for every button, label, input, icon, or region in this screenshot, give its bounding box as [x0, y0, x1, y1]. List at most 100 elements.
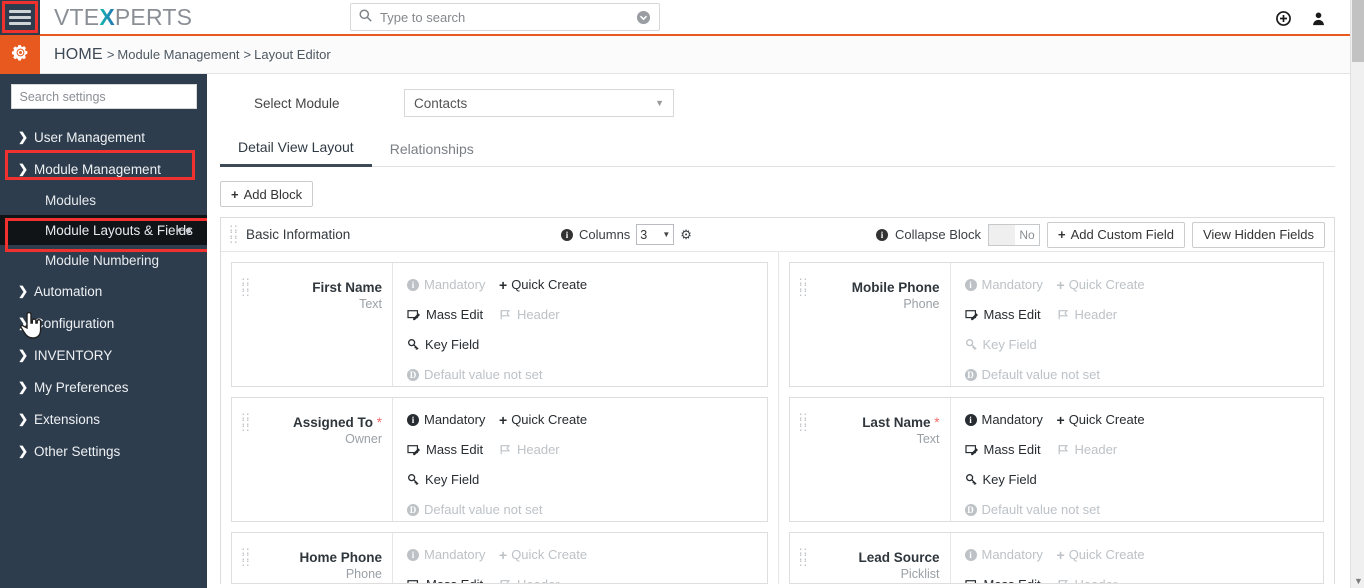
breadcrumb-item-layout-editor[interactable]: Layout Editor: [254, 47, 331, 62]
global-search[interactable]: [350, 3, 660, 31]
drag-handle-icon[interactable]: ∷ ∷ ∷: [242, 547, 250, 583]
module-select[interactable]: Contacts ▼: [404, 89, 674, 117]
field-option-mass-edit[interactable]: Mass Edit: [964, 577, 1057, 583]
sidebar-item-module-management[interactable]: ❯ Module Management: [0, 153, 207, 185]
field-option-key-field[interactable]: Key Field: [407, 337, 499, 352]
field-option-row: i Mandatory + Quick Create: [407, 412, 767, 427]
field-option-quick-create[interactable]: + Quick Create: [499, 412, 587, 427]
block-settings-gear-icon[interactable]: ⚙: [680, 227, 692, 243]
drag-handle-icon[interactable]: ∷ ∷ ∷: [800, 277, 808, 386]
field-card[interactable]: ∷ ∷ ∷ Last Name * Text i Mandatory + Quick C…: [788, 397, 1324, 522]
hamburger-icon[interactable]: [9, 7, 31, 28]
sidebar-item-configuration[interactable]: ❯ Configuration: [0, 307, 207, 339]
field-option-header[interactable]: Header: [1057, 442, 1149, 457]
field-option-key-field[interactable]: Key Field: [965, 337, 1057, 352]
field-option-key-field[interactable]: Key Field: [965, 472, 1057, 487]
field-option-mandatory[interactable]: i Mandatory: [964, 412, 1057, 427]
sidebar-item-inventory[interactable]: ❯ INVENTORY: [0, 339, 207, 371]
field-card-left: ∷ ∷ ∷ Assigned To * Owner: [232, 398, 392, 521]
add-custom-field-button[interactable]: + Add Custom Field: [1047, 221, 1185, 248]
info-icon[interactable]: i: [561, 228, 573, 241]
page-scrollbar[interactable]: ▼: [1350, 0, 1364, 588]
sidebar-item-my-preferences[interactable]: ❯ My Preferences: [0, 371, 207, 403]
field-card[interactable]: ∷ ∷ ∷ Lead Source Picklist i Mandatory + Qui…: [788, 532, 1324, 584]
field-option-header[interactable]: Header: [1057, 577, 1149, 583]
search-input[interactable]: [378, 8, 636, 26]
drag-handle-icon[interactable]: ∷ ∷ ∷: [800, 547, 808, 583]
drag-handle-icon[interactable]: ∷ ∷ ∷: [800, 412, 808, 521]
plus-circle-icon[interactable]: [1276, 10, 1291, 26]
field-option-quick-create[interactable]: + Quick Create: [1057, 412, 1145, 427]
field-option-mass-edit[interactable]: Mass Edit: [407, 442, 499, 457]
drag-handle-icon[interactable]: ∷ ∷ ∷: [242, 412, 250, 521]
view-hidden-fields-button[interactable]: View Hidden Fields: [1191, 221, 1325, 248]
field-option-mandatory[interactable]: i Mandatory: [407, 412, 499, 427]
pin-icon[interactable]: ⇤●: [176, 223, 192, 237]
field-option-key-field[interactable]: Key Field: [407, 472, 499, 487]
flag-icon: [1057, 309, 1070, 321]
sidebar-subitem-module-numbering[interactable]: Module Numbering: [0, 245, 207, 275]
field-card[interactable]: ∷ ∷ ∷ Assigned To * Owner i Mandatory + Quic…: [231, 397, 768, 522]
sidebar-item-other-settings[interactable]: ❯ Other Settings: [0, 435, 207, 467]
sidebar-subitem-module-layouts-fields[interactable]: Module Layouts & Fields ⇤●: [0, 215, 207, 245]
drag-handle-icon[interactable]: ∷ ∷ ∷: [230, 223, 238, 246]
field-option-quick-create[interactable]: + Quick Create: [1057, 547, 1145, 562]
user-icon[interactable]: [1311, 11, 1326, 26]
field-option-mass-edit[interactable]: Mass Edit: [407, 307, 499, 322]
scrollbar-thumb[interactable]: [1352, 0, 1364, 62]
field-option-mandatory[interactable]: i Mandatory: [407, 547, 499, 562]
tab-detail-view-layout[interactable]: Detail View Layout: [220, 139, 372, 167]
chevron-right-icon: ❯: [18, 444, 29, 458]
sidebar-item-extensions[interactable]: ❯ Extensions: [0, 403, 207, 435]
field-option-header[interactable]: Header: [499, 577, 591, 583]
field-option-quick-create[interactable]: + Quick Create: [499, 277, 587, 292]
sidebar-search-input[interactable]: [10, 84, 197, 109]
field-option-default-value[interactable]: D Default value not set: [407, 367, 543, 382]
field-card[interactable]: ∷ ∷ ∷ First Name Text i Mandatory + Quick Cr…: [231, 262, 768, 387]
field-option-header[interactable]: Header: [499, 442, 591, 457]
field-card[interactable]: ∷ ∷ ∷ Mobile Phone Phone i Mandatory + Quick…: [788, 262, 1324, 387]
field-option-mass-edit[interactable]: Mass Edit: [407, 577, 499, 583]
field-card[interactable]: ∷ ∷ ∷ Home Phone Phone i Mandatory + Quick C…: [231, 532, 768, 584]
info-icon[interactable]: i: [876, 228, 889, 241]
sidebar-item-user-management[interactable]: ❯ User Management: [0, 121, 207, 153]
sidebar-subitem-label: Modules: [45, 192, 97, 208]
sidebar-item-automation[interactable]: ❯ Automation: [0, 275, 207, 307]
tab-relationships[interactable]: Relationships: [372, 141, 492, 166]
top-bar-icons: [1276, 0, 1326, 36]
field-option-mass-edit[interactable]: Mass Edit: [964, 307, 1057, 322]
add-block-button[interactable]: + Add Block: [220, 181, 314, 207]
field-option-mandatory[interactable]: i Mandatory: [964, 547, 1057, 562]
field-option-quick-create[interactable]: + Quick Create: [499, 547, 587, 562]
field-option-default-value[interactable]: D Default value not set: [964, 502, 1100, 517]
field-option-default-value[interactable]: D Default value not set: [407, 502, 543, 517]
field-option-mass-edit[interactable]: Mass Edit: [964, 442, 1057, 457]
field-option-header[interactable]: Header: [499, 307, 591, 322]
drag-handle-icon[interactable]: ∷ ∷ ∷: [242, 277, 250, 386]
settings-gear-button[interactable]: [0, 35, 40, 74]
field-option-quick-create[interactable]: + Quick Create: [1057, 277, 1145, 292]
scroll-down-arrow-icon[interactable]: ▼: [1354, 576, 1363, 586]
field-option-default-value[interactable]: D Default value not set: [964, 367, 1100, 382]
plus-icon: +: [499, 411, 508, 428]
menu-button[interactable]: [0, 0, 40, 35]
field-label: Assigned To *: [292, 415, 382, 430]
field-option-header[interactable]: Header: [1057, 307, 1149, 322]
sidebar-subitem-modules[interactable]: Modules: [0, 185, 207, 215]
breadcrumb-home[interactable]: HOME: [54, 46, 103, 64]
chevron-down-icon: ❯: [18, 162, 29, 176]
columns-select[interactable]: 3 ▼: [636, 224, 675, 245]
mass-edit-icon: [407, 444, 421, 456]
sidebar-item-label: Other Settings: [34, 443, 121, 459]
chevron-down-circle-icon[interactable]: [636, 10, 651, 25]
field-option-mandatory[interactable]: i Mandatory: [407, 277, 499, 292]
sidebar-menu: ❯ User Management ❯ Module Management Mo…: [0, 121, 207, 467]
field-option-mandatory[interactable]: i Mandatory: [964, 277, 1057, 292]
collapse-block-label: Collapse Block: [895, 227, 982, 242]
caret-down-icon: ▼: [655, 98, 664, 108]
plus-icon: +: [1058, 227, 1066, 242]
collapse-block-toggle[interactable]: No: [988, 223, 1041, 246]
field-name-wrap: Mobile Phone Phone: [816, 279, 940, 386]
breadcrumb-item-module-management[interactable]: Module Management: [117, 47, 239, 62]
field-card-left: ∷ ∷ ∷ Last Name * Text: [790, 398, 950, 521]
